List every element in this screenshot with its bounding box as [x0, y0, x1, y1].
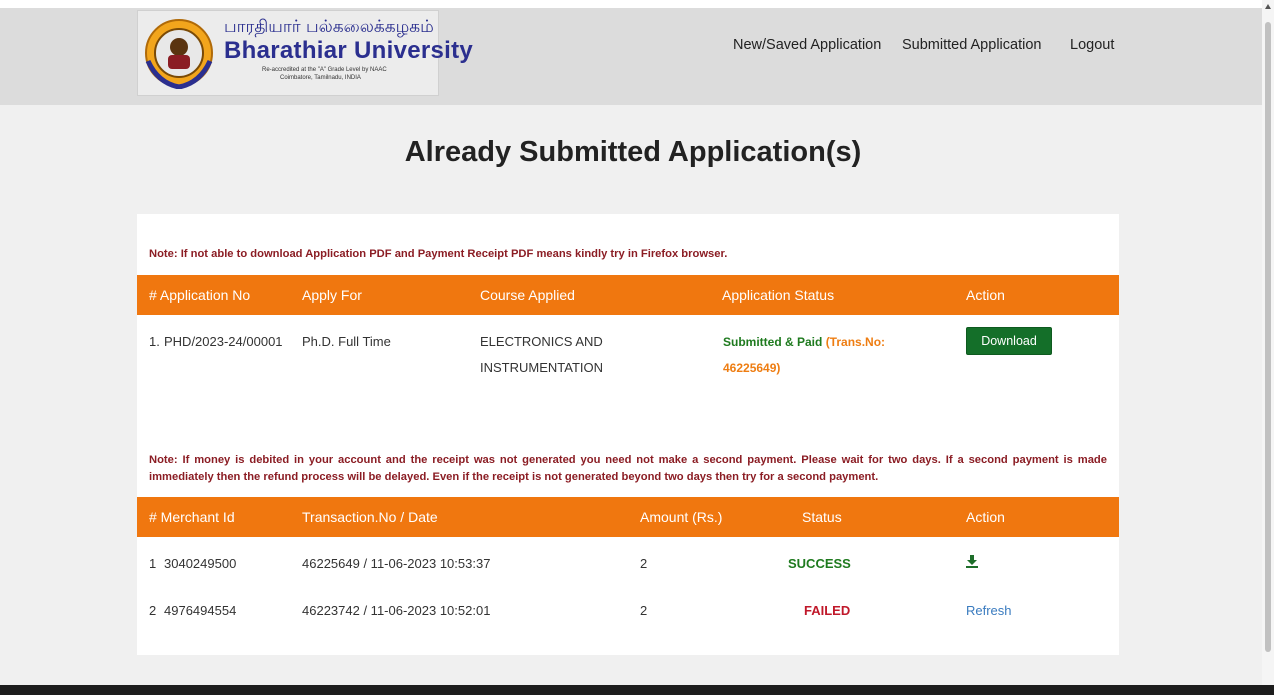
amount: 2	[640, 556, 648, 571]
merchant-id: 3040249500	[164, 556, 237, 571]
col-action: Action	[966, 287, 1005, 303]
amount: 2	[640, 603, 648, 618]
col-course-applied: Course Applied	[480, 287, 575, 303]
payment-note: Note: If money is debited in your accoun…	[149, 454, 1107, 483]
page-title: Already Submitted Application(s)	[404, 136, 862, 168]
col-transaction: Transaction.No / Date	[302, 509, 438, 525]
firefox-note: Note: If not able to download Applicatio…	[149, 248, 728, 260]
page: பாரதியார் பல்கலைக்கழகம் Bharathiar Unive…	[0, 0, 1262, 695]
merchant-id: 4976494554	[164, 603, 237, 618]
nav-new-saved-application[interactable]: New/Saved Application	[733, 37, 881, 53]
applications-panel: Note: If not able to download Applicatio…	[137, 214, 1119, 655]
col-merchant-id: # Merchant Id	[149, 509, 235, 525]
row-index: 2	[149, 603, 157, 618]
col-action: Action	[966, 509, 1005, 525]
download-button[interactable]: Download	[966, 327, 1052, 355]
logo-accreditation-text: Re-accredited at the "A" Grade Level by …	[262, 67, 387, 73]
transaction-no-date: 46223742 / 11-06-2023 10:52:01	[302, 603, 491, 618]
status-trans-label: (Trans.No:	[825, 335, 886, 349]
col-status: Status	[802, 509, 842, 525]
col-application-no: # Application No	[149, 287, 251, 303]
scrollbar[interactable]	[1262, 0, 1274, 685]
site-header: பாரதியார் பல்கலைக்கழகம் Bharathiar Unive…	[0, 8, 1262, 105]
university-logo[interactable]: பாரதியார் பல்கலைக்கழகம் Bharathiar Unive…	[137, 10, 473, 96]
site-footer	[0, 685, 1274, 695]
status-trans-no: 46225649)	[723, 361, 781, 375]
row-index: 1	[149, 556, 157, 571]
logo-location-text: Coimbatore, Tamilnadu, INDIA	[280, 75, 361, 81]
col-application-status: Application Status	[722, 287, 835, 303]
transaction-no-date: 46225649 / 11-06-2023 10:53:37	[302, 556, 491, 571]
col-amount: Amount (Rs.)	[640, 509, 723, 525]
logo-tamil-text: பாரதியார் பல்கலைக்கழகம்	[224, 17, 434, 37]
top-band	[0, 0, 1262, 8]
application-status: Submitted & Paid (Trans.No: 46225649)	[723, 329, 963, 381]
download-icon[interactable]	[965, 554, 979, 568]
refresh-link[interactable]: Refresh	[966, 603, 1012, 618]
col-apply-for: Apply For	[302, 287, 362, 303]
application-no: PHD/2023-24/00001	[164, 334, 283, 349]
course-line-2: INSTRUMENTATION	[480, 360, 604, 375]
nav-submitted-application[interactable]: Submitted Application	[902, 37, 1041, 53]
apply-for: Ph.D. Full Time	[302, 334, 391, 349]
scroll-thumb[interactable]	[1265, 22, 1271, 652]
payments-table-header: # Merchant Id Transaction.No / Date Amou…	[137, 497, 1119, 537]
row-index: 1.	[149, 334, 160, 349]
nav-logout[interactable]: Logout	[1070, 37, 1114, 53]
scroll-up-arrow-icon[interactable]	[1265, 4, 1271, 9]
status-success: SUCCESS	[788, 556, 851, 571]
course-line-1: ELECTRONICS AND	[480, 334, 603, 349]
logo-english-text: Bharathiar University	[224, 37, 474, 64]
status-failed: FAILED	[804, 603, 851, 618]
applications-table-header: # Application No Apply For Course Applie…	[137, 275, 1119, 315]
university-seal-icon	[145, 19, 213, 89]
status-submitted-paid: Submitted & Paid	[723, 335, 823, 349]
